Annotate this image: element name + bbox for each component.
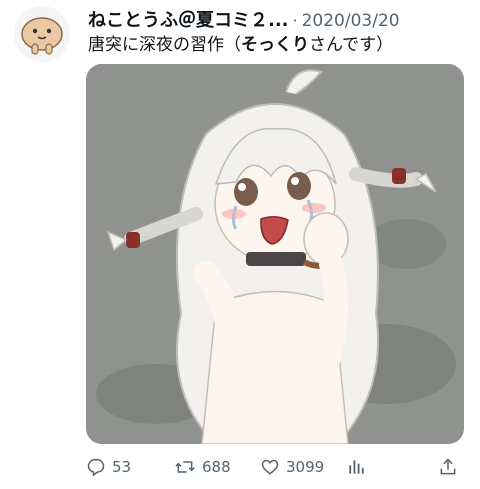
retweet-icon — [175, 461, 195, 473]
avatar-illustration — [14, 6, 70, 62]
tweet-text: 唐突に深夜の習作（そっくりさんです） — [88, 34, 472, 56]
avatar[interactable] — [14, 6, 70, 62]
author-name[interactable]: ねことうふ＠夏コミ２... — [88, 6, 289, 28]
reply-count: 53 — [112, 458, 132, 476]
analytics-icon — [349, 460, 364, 474]
like-icon — [261, 459, 279, 475]
like-button[interactable]: 3099 — [260, 452, 324, 482]
share-icon — [440, 458, 456, 475]
analytics-button[interactable] — [346, 452, 372, 482]
tweet-text-before: 唐突に深夜の習作（ — [88, 35, 241, 55]
tweet-date[interactable]: 2020/03/20 — [302, 11, 400, 28]
tweet-text-bold: そっくり — [241, 35, 309, 55]
tweet-header: ねことうふ＠夏コミ２... · 2020/03/20 — [88, 6, 472, 28]
tweet-media-image[interactable] — [86, 64, 464, 444]
tweet-text-after: さんです） — [309, 35, 394, 55]
reply-icon — [87, 458, 105, 477]
anime-girl-illustration — [86, 64, 464, 444]
retweet-button[interactable]: 688 — [174, 452, 231, 482]
reply-button[interactable]: 53 — [86, 452, 131, 482]
header-separator: · — [292, 11, 298, 28]
retweet-count: 688 — [202, 458, 231, 476]
like-count: 3099 — [286, 458, 325, 476]
tweet-actions: 53 688 3099 — [86, 452, 466, 482]
share-button[interactable] — [438, 452, 464, 482]
